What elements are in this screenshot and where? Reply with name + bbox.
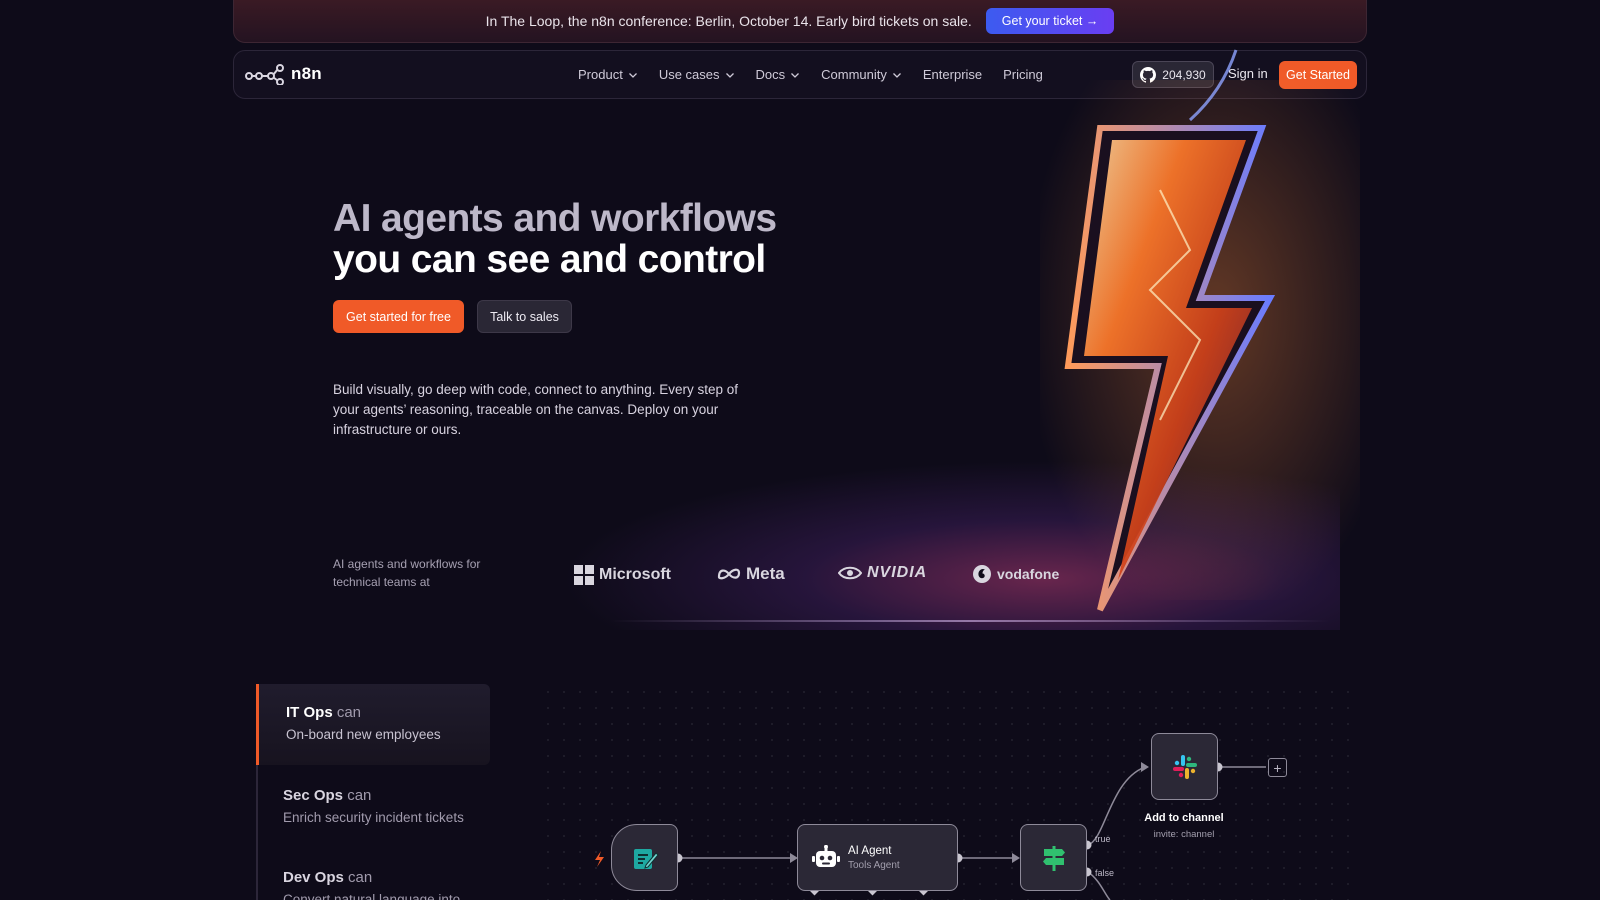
nav-community[interactable]: Community — [821, 67, 902, 82]
get-started-free-button[interactable]: Get started for free — [333, 300, 464, 333]
use-case-team: IT Ops — [286, 704, 333, 721]
announcement-banner: In The Loop, the n8n conference: Berlin,… — [233, 0, 1367, 43]
hero-headline-line2: you can see and control — [333, 238, 766, 281]
chevron-down-icon — [725, 72, 734, 78]
chevron-down-icon — [628, 72, 637, 78]
use-case-title: IT Ops can — [286, 704, 490, 721]
meta-logo: Meta — [717, 564, 785, 584]
microsoft-wordmark: Microsoft — [599, 566, 671, 583]
use-case-task: On-board new employees — [286, 727, 441, 742]
trust-label: AI agents and workflows for technical te… — [333, 557, 481, 589]
if-node[interactable] — [1020, 824, 1087, 891]
nav-enterprise[interactable]: Enterprise — [923, 67, 982, 82]
meta-infinity-icon — [717, 568, 741, 580]
vodafone-logo: vodafone — [972, 564, 1059, 584]
form-trigger-node[interactable] — [611, 824, 678, 891]
signpost-icon — [1042, 845, 1065, 871]
use-case-title: Dev Ops can — [283, 869, 490, 886]
use-case-connector: can — [348, 869, 373, 886]
slack-node-title: Add to channel — [1144, 812, 1224, 824]
nav-docs-label: Docs — [755, 67, 786, 82]
nvidia-logo: NVIDIA — [838, 564, 927, 582]
nvidia-wordmark: NVIDIA — [867, 564, 928, 581]
nav-links: Product Use cases Docs Community Enterpr… — [578, 51, 1043, 98]
use-case-dev-ops[interactable]: Dev Ops can Convert natural language int… — [256, 849, 490, 900]
hero-headline-line1: AI agents and workflows — [333, 197, 777, 240]
nav-pricing-label: Pricing — [1003, 67, 1043, 82]
use-case-task: Convert natural language into — [283, 892, 461, 900]
nav-community-label: Community — [821, 67, 887, 82]
vodafone-icon — [973, 565, 991, 583]
lightning-bolt-illustration — [1040, 49, 1360, 612]
use-case-title: Sec Ops can — [283, 787, 490, 804]
form-edit-icon — [633, 848, 659, 869]
banner-text: In The Loop, the n8n conference: Berlin,… — [485, 13, 972, 29]
use-case-team: Sec Ops — [283, 787, 344, 804]
use-case-connector: can — [347, 787, 372, 804]
microsoft-logo: Microsoft — [574, 565, 671, 585]
chevron-down-icon — [892, 72, 901, 78]
ai-agent-title: AI Agent — [848, 844, 892, 857]
use-case-sec-ops[interactable]: Sec Ops can Enrich security incident tic… — [256, 767, 490, 825]
nav-product-label: Product — [578, 67, 623, 82]
nvidia-eye-icon — [838, 566, 862, 580]
nav-use-cases-label: Use cases — [658, 67, 720, 82]
ai-agent-node[interactable]: AI Agent Tools Agent — [797, 824, 958, 891]
talk-to-sales-button[interactable]: Talk to sales — [477, 300, 572, 333]
get-ticket-button[interactable]: Get your ticket → — [985, 8, 1115, 34]
use-case-team: Dev Ops — [283, 869, 344, 886]
robot-icon — [812, 844, 840, 867]
hero-description: Build visually, go deep with code, conne… — [333, 382, 738, 437]
use-case-connector: can — [336, 704, 362, 721]
nav-enterprise-label: Enterprise — [922, 67, 983, 82]
add-node-button[interactable]: + — [1268, 758, 1287, 777]
logo[interactable]: n8n — [245, 63, 322, 85]
branch-true-label: true — [1095, 834, 1111, 844]
nav-docs[interactable]: Docs — [756, 67, 801, 82]
ai-agent-subtitle: Tools Agent — [848, 859, 900, 871]
hero-headline: AI agents and workflows you can see and … — [333, 197, 777, 281]
plus-icon: + — [1273, 759, 1282, 776]
nav-pricing[interactable]: Pricing — [1003, 67, 1043, 82]
use-case-task: Enrich security incident tickets — [283, 810, 464, 825]
use-case-it-ops[interactable]: IT Ops can On-board new employees — [256, 684, 490, 765]
slack-node[interactable] — [1151, 733, 1218, 800]
meta-wordmark: Meta — [746, 564, 785, 583]
chevron-down-icon — [791, 72, 800, 78]
microsoft-icon — [574, 565, 594, 585]
slack-node-subtitle: invite: channel — [1153, 829, 1215, 840]
branch-false-label: false — [1095, 868, 1115, 878]
n8n-logo-icon — [245, 64, 284, 85]
nav-product[interactable]: Product — [578, 67, 638, 82]
slack-icon — [1172, 754, 1197, 779]
logo-text: n8n — [291, 64, 322, 83]
nav-use-cases[interactable]: Use cases — [659, 67, 735, 82]
vodafone-wordmark: vodafone — [997, 566, 1060, 582]
ai-agent-labels: AI Agent Tools Agent — [848, 845, 900, 871]
